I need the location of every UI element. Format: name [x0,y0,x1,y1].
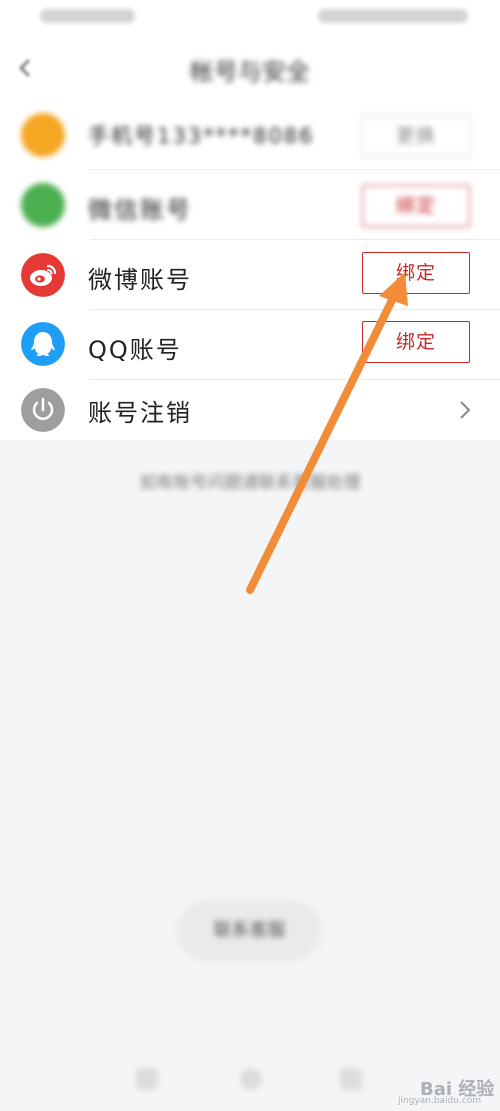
watermark-url: jingyan.baidu.com [398,1096,482,1106]
wechat-bind-button[interactable]: 绑定 [362,185,470,227]
contact-service-button[interactable]: 联系客服 [177,900,322,962]
qq-bind-button[interactable]: 绑定 [362,321,470,363]
status-bar-right [318,9,468,23]
weibo-label: 微博账号 [88,266,192,294]
nav-home-icon[interactable] [240,1068,262,1090]
header: 帐号与安全 [0,36,500,100]
nav-menu-icon[interactable] [136,1068,158,1090]
phone-row: 手机号133****8086 更换 [0,100,500,170]
qq-label: QQ账号 [88,336,182,364]
phone-label: 手机号133****8086 [88,124,315,148]
nav-back-icon[interactable] [340,1068,362,1090]
weibo-bind-button[interactable]: 绑定 [362,252,470,294]
wechat-label: 微信账号 [88,196,192,224]
status-bar-left [40,9,135,23]
wechat-icon [21,183,65,227]
change-phone-button[interactable]: 更换 [362,115,470,157]
qq-icon [21,322,65,366]
weibo-row: 微博账号 绑定 [0,240,500,310]
account-cancel-row[interactable]: 账号注销 [0,380,500,440]
qq-row: QQ账号 绑定 [0,310,500,380]
status-bar [0,0,500,36]
chevron-right-icon [460,401,471,419]
power-icon [21,388,65,432]
weibo-icon [21,253,65,297]
tip-text: 如有账号问题请联系客服处理 [139,473,361,493]
account-list: 手机号133****8086 更换 微信账号 绑定 微博账号 绑定 QQ账号 绑… [0,100,500,440]
wechat-row: 微信账号 绑定 [0,170,500,240]
account-cancel-label: 账号注销 [88,399,192,427]
phone-avatar-icon [21,113,65,157]
page-title: 帐号与安全 [190,58,310,86]
